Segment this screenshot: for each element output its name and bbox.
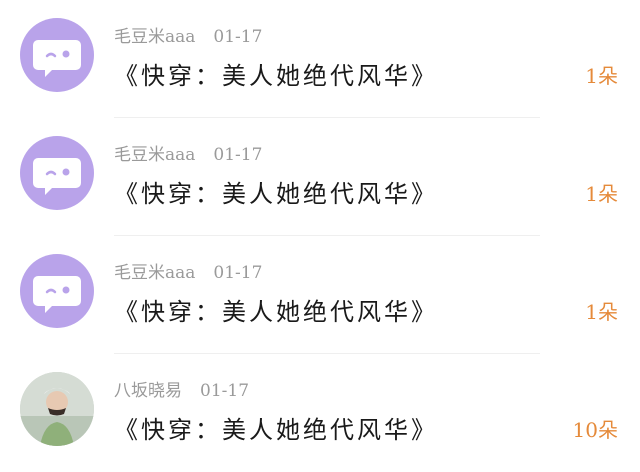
gift-amount: 1朵: [585, 300, 618, 324]
list-item[interactable]: 毛豆米aaa 01-17 《快穿：美人她绝代风华》 1朵: [0, 236, 640, 354]
username[interactable]: 毛豆米aaa: [114, 263, 195, 283]
avatar[interactable]: [20, 18, 94, 92]
avatar[interactable]: [20, 136, 94, 210]
list-item[interactable]: 毛豆米aaa 01-17 《快穿：美人她绝代风华》 1朵: [0, 0, 640, 118]
username[interactable]: 八坂晓易: [114, 381, 182, 401]
item-meta: 八坂晓易 01-17: [114, 376, 249, 401]
gift-record-list: 毛豆米aaa 01-17 《快穿：美人她绝代风华》 1朵 毛豆米aaa 01-17 …: [0, 0, 640, 472]
date: 01-17: [213, 145, 263, 165]
username[interactable]: 毛豆米aaa: [114, 27, 195, 47]
gift-amount: 10朵: [572, 418, 618, 442]
username[interactable]: 毛豆米aaa: [114, 145, 195, 165]
book-title[interactable]: 《快穿：美人她绝代风华》: [114, 410, 438, 445]
chat-bubble-icon: [33, 276, 81, 313]
date: 01-17: [213, 27, 263, 47]
date: 01-17: [213, 263, 263, 283]
gift-amount: 1朵: [585, 182, 618, 206]
book-title[interactable]: 《快穿：美人她绝代风华》: [114, 292, 438, 327]
gift-amount: 1朵: [585, 64, 618, 88]
book-title[interactable]: 《快穿：美人她绝代风华》: [114, 174, 438, 209]
book-title[interactable]: 《快穿：美人她绝代风华》: [114, 56, 438, 91]
chat-bubble-icon: [33, 40, 81, 77]
date: 01-17: [200, 381, 250, 401]
chat-bubble-icon: [33, 158, 81, 195]
list-item[interactable]: 毛豆米aaa 01-17 《快穿：美人她绝代风华》 1朵: [0, 118, 640, 236]
item-meta: 毛豆米aaa 01-17: [114, 258, 262, 283]
item-meta: 毛豆米aaa 01-17: [114, 140, 262, 165]
user-photo-icon: [20, 372, 94, 446]
item-meta: 毛豆米aaa 01-17: [114, 22, 262, 47]
avatar[interactable]: [20, 254, 94, 328]
avatar[interactable]: [20, 372, 94, 446]
list-item[interactable]: 八坂晓易 01-17 《快穿：美人她绝代风华》 10朵: [0, 354, 640, 472]
